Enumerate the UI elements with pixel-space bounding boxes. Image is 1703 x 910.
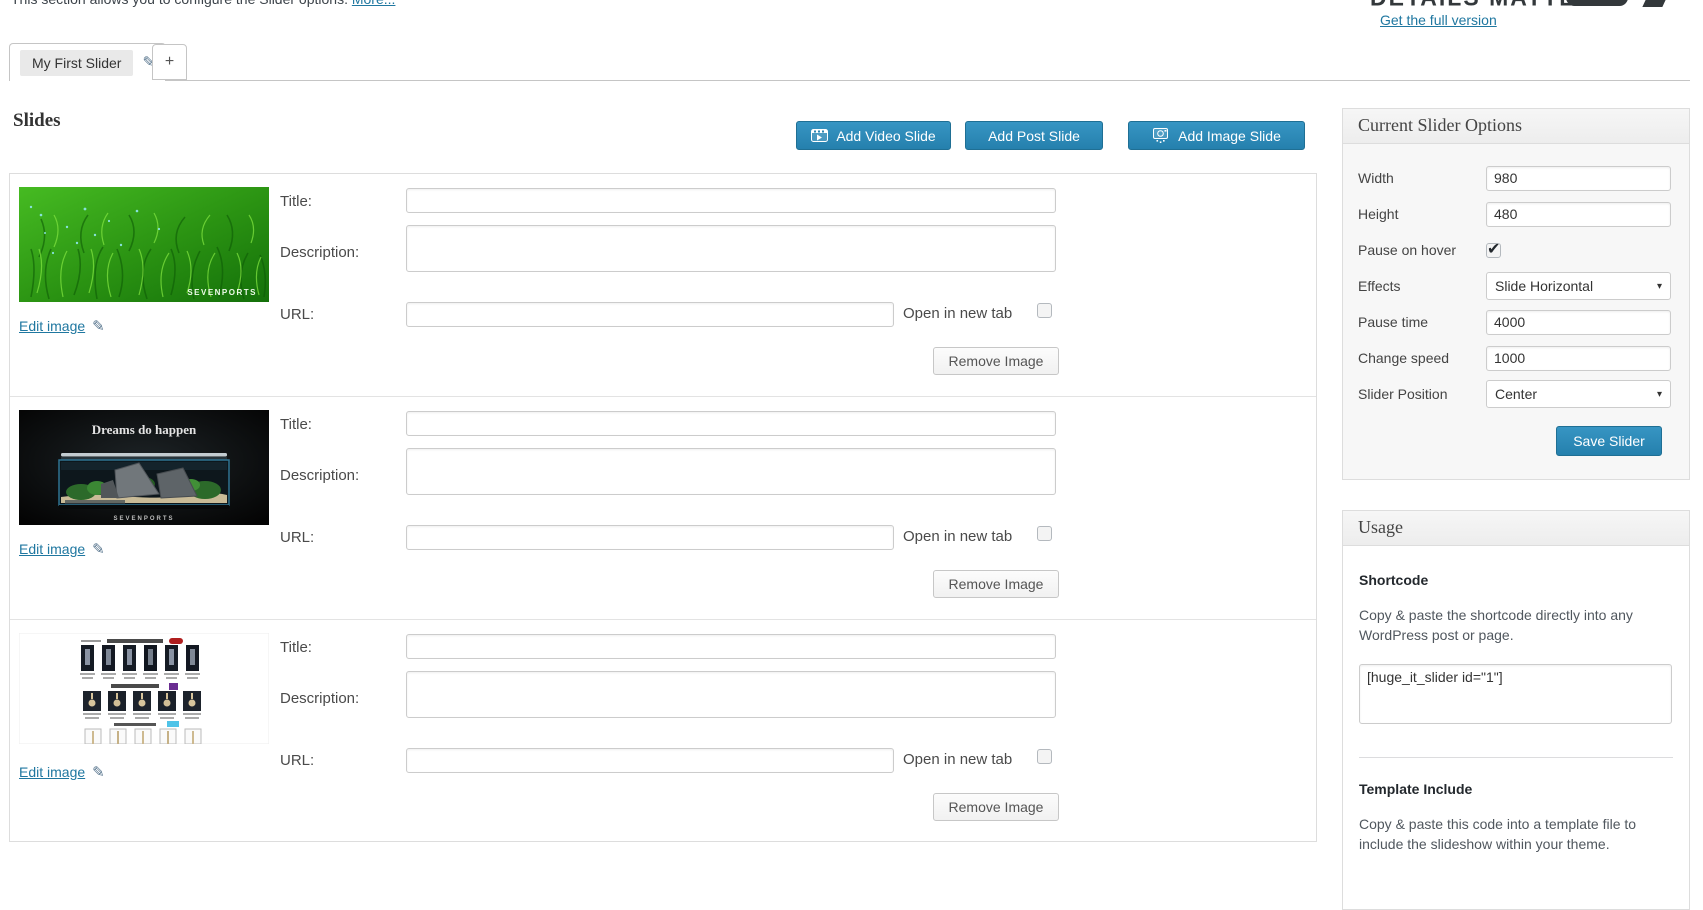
slide-thumbnail-product-catalog: [19, 633, 269, 748]
save-slider-button[interactable]: Save Slider: [1556, 426, 1662, 456]
edit-image-pencil-icon[interactable]: ✎: [92, 542, 105, 557]
open-new-tab-checkbox[interactable]: [1037, 526, 1052, 541]
slider-position-selected-value: Center: [1495, 386, 1537, 402]
title-label: Title:: [280, 412, 312, 437]
title-input[interactable]: [406, 411, 1056, 436]
more-link[interactable]: More...: [352, 0, 396, 7]
edit-image-pencil-icon[interactable]: ✎: [92, 319, 105, 334]
remove-image-button[interactable]: Remove Image: [933, 570, 1059, 598]
height-input[interactable]: [1486, 202, 1671, 227]
edit-image-link[interactable]: Edit image: [19, 764, 85, 780]
tabs-bottom-border: [9, 80, 1690, 81]
intro-sentence: This section allows you to configure the…: [11, 0, 348, 7]
title-input[interactable]: [406, 634, 1056, 659]
slider-position-select[interactable]: Center ▾: [1486, 380, 1671, 408]
effects-select[interactable]: Slide Horizontal ▾: [1486, 272, 1671, 300]
title-input[interactable]: [406, 188, 1056, 213]
slide-thumbnail-aquarium: Dreams do happen SEVENPORTS: [19, 410, 269, 525]
shortcode-heading: Shortcode: [1359, 572, 1673, 588]
slide-thumbnail-green-plants: SEVENPORTS: [19, 187, 269, 302]
description-textarea[interactable]: [406, 448, 1056, 495]
pause-time-label: Pause time: [1358, 314, 1486, 330]
edit-image-pencil-icon[interactable]: ✎: [92, 765, 105, 780]
edit-image-link[interactable]: Edit image: [19, 541, 85, 557]
template-include-heading: Template Include: [1359, 781, 1673, 797]
add-image-slide-button[interactable]: Add Image Slide: [1128, 121, 1305, 150]
chevron-down-icon: ▾: [1657, 389, 1662, 400]
remove-image-button[interactable]: Remove Image: [933, 793, 1059, 821]
tab-my-first-slider[interactable]: My First Slider ✎: [9, 43, 166, 81]
add-video-slide-button[interactable]: Add Video Slide: [796, 121, 951, 150]
add-post-slide-label: Add Post Slide: [988, 128, 1080, 144]
thumb2-watermark: SEVENPORTS: [113, 516, 174, 522]
url-label: URL:: [280, 525, 314, 550]
slide-row-3: Edit image ✎ Title: Description: URL: Op…: [10, 620, 1316, 843]
usage-divider: [1359, 757, 1673, 758]
slide-row-1: SEVENPORTS Edit image ✎ Title: Descripti…: [10, 174, 1316, 397]
current-slider-options-panel: Current Slider Options Width Height Paus…: [1342, 108, 1690, 480]
chevron-down-icon: ▾: [1657, 281, 1662, 292]
open-new-tab-label: Open in new tab: [903, 751, 1012, 768]
add-post-slide-button[interactable]: Add Post Slide: [965, 121, 1103, 150]
pause-on-hover-checkbox[interactable]: [1486, 243, 1501, 258]
slides-list: SEVENPORTS Edit image ✎ Title: Descripti…: [9, 173, 1317, 842]
template-include-description: Copy & paste this code into a template f…: [1359, 814, 1671, 855]
remove-image-button[interactable]: Remove Image: [933, 347, 1059, 375]
change-speed-label: Change speed: [1358, 350, 1486, 366]
url-input[interactable]: [406, 748, 894, 773]
effects-label: Effects: [1358, 278, 1486, 294]
url-label: URL:: [280, 302, 314, 327]
intro-text: This section allows you to configure the…: [11, 0, 395, 7]
pause-on-hover-label: Pause on hover: [1358, 242, 1486, 258]
shortcode-textarea[interactable]: [huge_it_slider id="1"]: [1359, 664, 1672, 724]
slider-position-label: Slider Position: [1358, 386, 1486, 402]
url-label: URL:: [280, 748, 314, 773]
thumb1-watermark: SEVENPORTS: [187, 288, 257, 297]
open-new-tab-label: Open in new tab: [903, 528, 1012, 545]
logo-slash-shape: [1642, 0, 1671, 7]
slide-row-2: Dreams do happen SEVENPORTS Edit i: [10, 397, 1316, 620]
url-input[interactable]: [406, 525, 894, 550]
tab-label: My First Slider: [20, 50, 133, 76]
shortcode-description: Copy & paste the shortcode directly into…: [1359, 605, 1671, 646]
width-input[interactable]: [1486, 166, 1671, 191]
image-camera-icon: [1152, 128, 1170, 143]
add-image-slide-label: Add Image Slide: [1178, 128, 1281, 144]
slides-heading: Slides: [13, 110, 61, 132]
details-matter-logo: DETAILS MATTER: [1370, 0, 1595, 12]
pause-time-input[interactable]: [1486, 310, 1671, 335]
usage-panel: Usage Shortcode Copy & paste the shortco…: [1342, 510, 1690, 910]
width-label: Width: [1358, 170, 1486, 186]
logo-badge-shape: [1566, 0, 1628, 6]
description-label: Description:: [280, 463, 359, 488]
effects-selected-value: Slide Horizontal: [1495, 278, 1593, 294]
video-film-icon: [811, 129, 828, 142]
open-new-tab-checkbox[interactable]: [1037, 303, 1052, 318]
url-input[interactable]: [406, 302, 894, 327]
description-label: Description:: [280, 686, 359, 711]
description-textarea[interactable]: [406, 671, 1056, 718]
change-speed-input[interactable]: [1486, 346, 1671, 371]
edit-image-link[interactable]: Edit image: [19, 318, 85, 334]
get-full-version-link[interactable]: Get the full version: [1380, 12, 1497, 28]
add-slider-tab[interactable]: +: [152, 44, 187, 80]
thumb2-caption: Dreams do happen: [92, 422, 197, 437]
options-panel-title: Current Slider Options: [1343, 109, 1689, 144]
add-video-slide-label: Add Video Slide: [836, 128, 935, 144]
title-label: Title:: [280, 635, 312, 660]
open-new-tab-label: Open in new tab: [903, 305, 1012, 322]
height-label: Height: [1358, 206, 1486, 222]
description-label: Description:: [280, 240, 359, 265]
description-textarea[interactable]: [406, 225, 1056, 272]
usage-panel-title: Usage: [1343, 511, 1689, 546]
open-new-tab-checkbox[interactable]: [1037, 749, 1052, 764]
title-label: Title:: [280, 189, 312, 214]
